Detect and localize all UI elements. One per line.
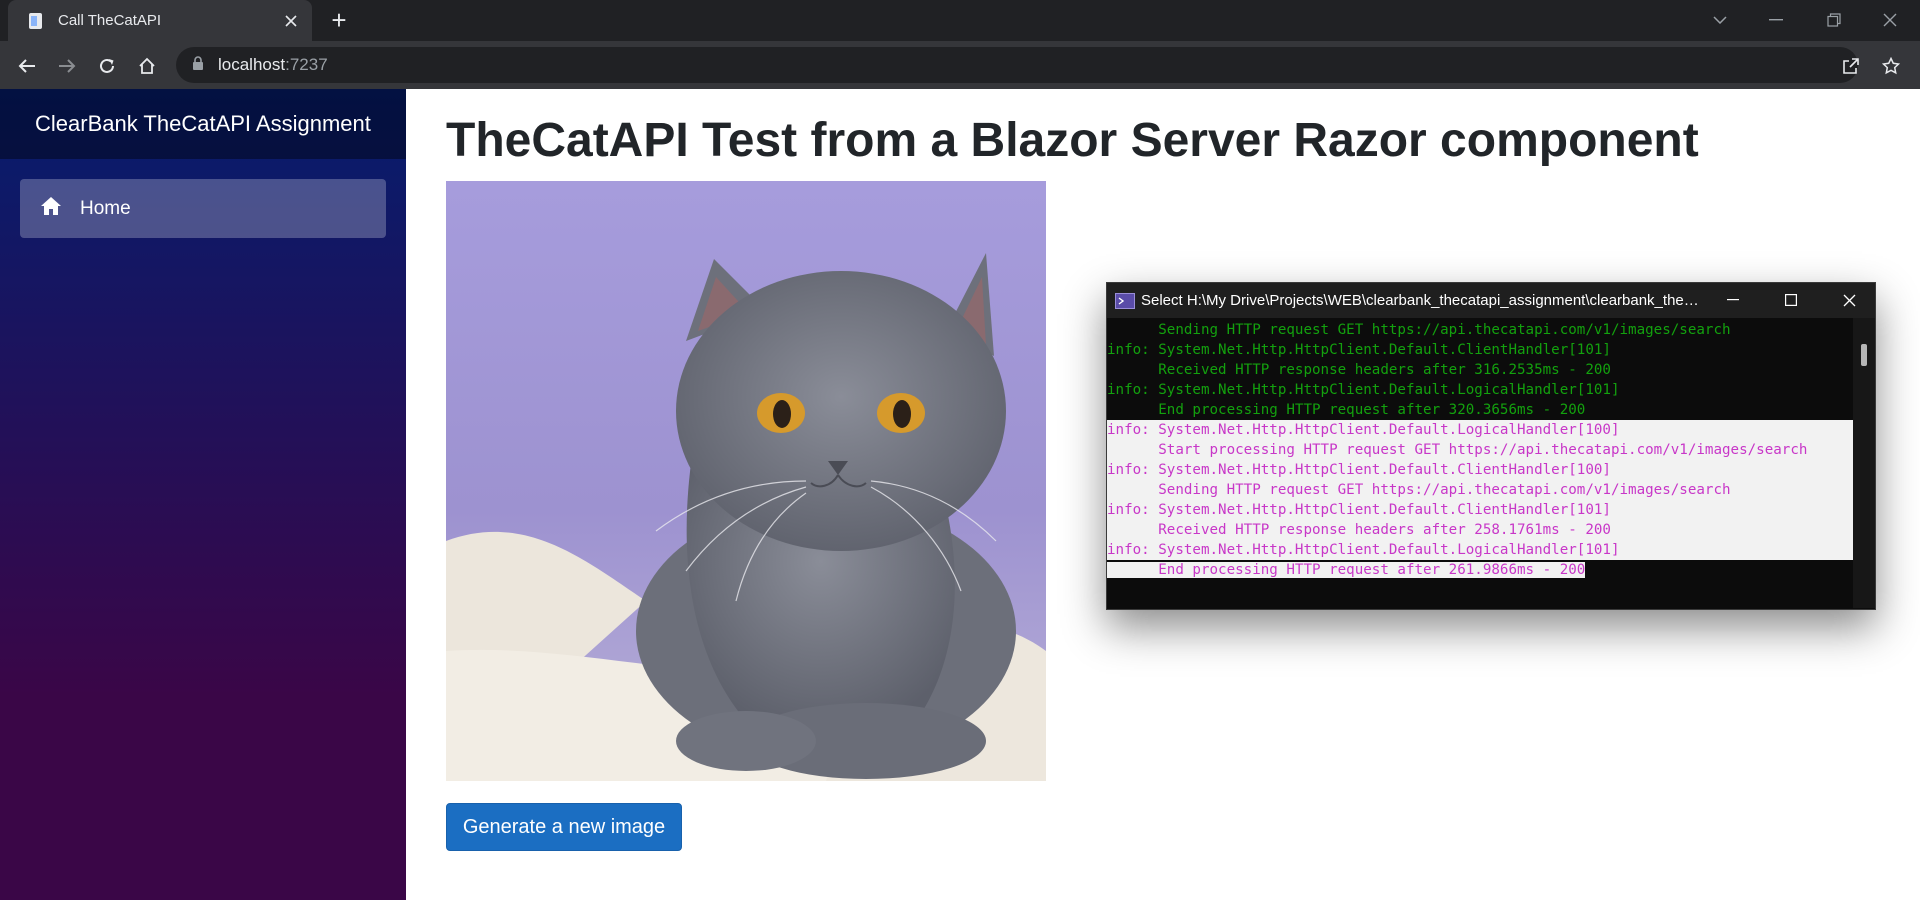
main-content: TheCatAPI Test from a Blazor Server Razo… [406,89,1920,900]
minimize-window-icon[interactable] [1760,6,1792,34]
home-browser-icon[interactable] [134,53,160,79]
console-window[interactable]: Select H:\My Drive\Projects\WEB\clearban… [1106,282,1876,610]
close-tab-icon[interactable] [282,12,300,30]
page-favicon-icon [26,11,46,31]
share-icon[interactable] [1838,53,1864,79]
console-log-line: info: System.Net.Http.HttpClient.Default… [1107,382,1620,398]
new-tab-icon[interactable]: + [326,7,352,34]
console-log-line: Sending HTTP request GET https://api.the… [1107,480,1853,500]
home-icon [40,196,62,221]
web-page: ClearBank TheCatAPI Assignment Home TheC… [0,89,1920,900]
console-log-line: Start processing HTTP request GET https:… [1107,440,1853,460]
console-log-line: info: System.Net.Http.HttpClient.Default… [1107,342,1611,358]
sidebar: ClearBank TheCatAPI Assignment Home [0,89,406,900]
console-log-line: info: System.Net.Http.HttpClient.Default… [1107,540,1853,560]
console-title-bar[interactable]: Select H:\My Drive\Projects\WEB\clearban… [1107,283,1875,318]
page-title: TheCatAPI Test from a Blazor Server Razo… [446,114,1699,167]
console-minimize-icon[interactable] [1713,285,1753,315]
generate-image-button[interactable]: Generate a new image [446,803,682,851]
sidebar-item-home[interactable]: Home [20,179,386,238]
forward-icon[interactable] [54,53,80,79]
console-title: Select H:\My Drive\Projects\WEB\clearban… [1141,292,1701,309]
browser-tab[interactable]: Call TheCatAPI [8,0,312,41]
cat-image [446,181,1046,781]
console-log-line: End processing HTTP request after 261.98… [1107,560,1853,580]
close-window-icon[interactable] [1874,6,1906,34]
console-log-line: info: System.Net.Http.HttpClient.Default… [1107,500,1853,520]
console-scrollbar[interactable] [1853,318,1875,608]
console-close-icon[interactable] [1829,285,1869,315]
console-log-line: info: System.Net.Http.HttpClient.Default… [1107,460,1853,480]
tab-title: Call TheCatAPI [58,12,162,29]
address-bar[interactable]: localhost:7237 [176,47,1858,83]
bookmark-star-icon[interactable] [1878,53,1904,79]
url-host: localhost [218,55,286,74]
browser-toolbar: localhost:7237 [0,41,1920,89]
back-icon[interactable] [14,53,40,79]
browser-tab-strip: Call TheCatAPI + [0,0,1920,41]
url-port: :7237 [285,55,328,74]
sidebar-item-label: Home [80,197,131,219]
tab-search-icon[interactable] [1704,6,1736,34]
console-log-line: Sending HTTP request GET https://api.the… [1107,322,1731,338]
console-maximize-icon[interactable] [1771,285,1811,315]
sidebar-header: ClearBank TheCatAPI Assignment [0,89,406,159]
console-output[interactable]: Sending HTTP request GET https://api.the… [1107,318,1853,608]
restore-window-icon[interactable] [1818,6,1850,34]
console-app-icon [1115,292,1135,309]
console-scroll-thumb[interactable] [1861,344,1867,366]
console-selected-text: End processing HTTP request after 261.98… [1107,562,1586,578]
brand-title[interactable]: ClearBank TheCatAPI Assignment [35,111,371,137]
lock-icon[interactable] [192,55,204,75]
console-log-line: info: System.Net.Http.HttpClient.Default… [1107,420,1853,440]
console-log-line: Received HTTP response headers after 258… [1107,520,1853,540]
console-log-line: Received HTTP response headers after 316… [1107,362,1611,378]
reload-icon[interactable] [94,53,120,79]
console-log-line: End processing HTTP request after 320.36… [1107,402,1586,418]
